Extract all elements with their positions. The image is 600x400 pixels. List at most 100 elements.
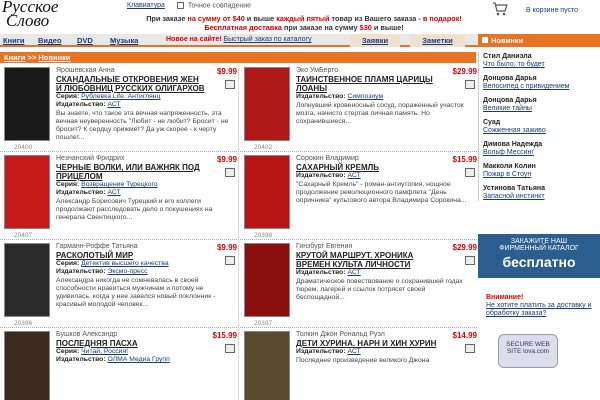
book-publisher[interactable]: АСТ: [347, 269, 360, 276]
book-publisher[interactable]: Эксмо-пресс: [107, 268, 147, 275]
breadcrumb-books[interactable]: Книги: [4, 53, 25, 62]
book-publisher[interactable]: АСТ: [107, 189, 120, 196]
new-item-link[interactable]: Вольф Мессинг: [483, 149, 600, 157]
book-author[interactable]: Гарманн-Роффе Татьяна: [56, 243, 234, 251]
new-item-link[interactable]: Что было, то будет: [483, 61, 600, 69]
promo-text: $30: [359, 23, 372, 32]
book-series[interactable]: Детектив высшего качества: [81, 260, 168, 267]
cart-widget[interactable]: В корзине пусто: [486, 0, 600, 26]
tab-notes[interactable]: Заметки: [410, 34, 465, 47]
new-item[interactable]: Донцова Дарья Велосипед с привидением: [483, 75, 600, 91]
keyboard-link[interactable]: Клавиатура: [127, 2, 165, 9]
ad-big-text: бесплатно: [502, 254, 576, 270]
book-cover[interactable]: [244, 331, 290, 400]
book-author[interactable]: Незнанский Фридрих: [56, 155, 234, 163]
book-cover[interactable]: [4, 155, 50, 229]
tab-requests[interactable]: Заявки: [350, 34, 400, 47]
book-title[interactable]: КРУТОЙ МАРШРУТ. ХРОНИКА ВРЕМЕН КУЛЬТА ЛИ…: [296, 251, 446, 269]
promo-banner: При заказе на сумму от $40 и выше каждый…: [130, 14, 478, 32]
book-card[interactable]: 20407 Незнанский Фридрих ЧЕРНЫЕ ВОЛКИ, ИЛИ…: [0, 152, 237, 240]
nav-video[interactable]: Видео: [38, 36, 62, 45]
series-label: Серия:: [56, 348, 80, 355]
new-item[interactable]: Димова Надежда Вольф Мессинг: [483, 141, 600, 157]
book-series[interactable]: Рублевка Life. Антиглянц: [81, 93, 160, 100]
nav-music[interactable]: Музыка: [110, 36, 138, 45]
new-item[interactable]: Стил Даниэла Что было, то будет: [483, 53, 600, 69]
site-logo[interactable]: Русское Слово: [2, 0, 120, 34]
book-publisher[interactable]: ОЛМА Медиа Групп: [107, 356, 169, 363]
add-to-cart-icon[interactable]: [225, 168, 235, 177]
book-card[interactable]: 20400 Ярошевская Анна СКАНДАЛЬНЫЕ ОТКРОВЕН…: [0, 64, 237, 152]
book-title[interactable]: РАСКОЛОТЫЙ МИР: [56, 251, 206, 260]
add-to-cart-icon[interactable]: [225, 344, 235, 353]
book-title[interactable]: ДЕТИ ХУРИНА. НАРН И ХИН ХУРИН: [296, 339, 446, 348]
new-item-link[interactable]: Сожженная заживо: [483, 127, 600, 135]
nav-books[interactable]: Книги: [3, 36, 24, 45]
book-title[interactable]: ТАИНСТВЕННОЕ ПЛАМЯ ЦАРИЦЫ ЛОАНЫ: [296, 75, 446, 93]
book-cover[interactable]: [4, 243, 50, 317]
book-card[interactable]: 20402 Эко УмБерто ТАИНСТВЕННОЕ ПЛАМЯ ЦАРИЦ…: [240, 64, 477, 152]
publisher-label: Издательство:: [296, 269, 346, 276]
book-card[interactable]: 20394Бушков АлександрПОСЛЕДНЯЯ ПАСХАСери…: [0, 328, 237, 400]
add-to-cart-icon[interactable]: [465, 80, 475, 89]
book-publisher[interactable]: АСТ: [347, 348, 360, 355]
book-code: 20397: [254, 320, 273, 327]
book-publisher[interactable]: Симпозиум: [347, 93, 383, 100]
new-on-site: Новое на сайте! Быстрый заказ по каталог…: [166, 36, 312, 43]
breadcrumb-new[interactable]: Новинки: [38, 53, 70, 62]
book-card[interactable]: 20396 Гарманн-Роффе Татьяна РАСКОЛОТЫЙ МИР…: [0, 240, 237, 328]
book-series[interactable]: Читай, Россия!: [81, 348, 128, 355]
add-to-cart-icon[interactable]: [225, 80, 235, 89]
new-item-link[interactable]: Велосипед с привидением: [483, 83, 600, 91]
cart-status[interactable]: В корзине пусто: [526, 7, 578, 14]
publisher-label: Издательство:: [296, 172, 346, 179]
book-series-line: Серия: Рублевка Life. Антиглянц: [56, 93, 234, 101]
new-item-link[interactable]: Пожар в Стоун: [483, 171, 600, 179]
book-cover[interactable]: [244, 155, 290, 229]
book-title[interactable]: САХАРНЫЙ КРЕМЛЬ: [296, 163, 446, 172]
new-item-link[interactable]: Запасной инстинкт: [483, 193, 600, 201]
add-to-cart-icon[interactable]: [225, 256, 235, 265]
add-to-cart-icon[interactable]: [465, 256, 475, 265]
book-series[interactable]: Возвращение Турецкого: [81, 181, 158, 188]
book-cover[interactable]: [244, 243, 290, 317]
promo-text: и выше: [244, 14, 277, 23]
catalog-ad-banner[interactable]: ЗАКАЖИТЕ НАШ ФИРМЕННЫЙ КАТАЛОГ бесплатно: [478, 234, 600, 278]
book-cover[interactable]: [244, 67, 290, 141]
secure-site-seal[interactable]: SECURE WEB SITE lova.com: [498, 334, 558, 368]
book-author[interactable]: Сорокин Владимир: [296, 155, 474, 163]
new-item-link[interactable]: Великие тайны: [483, 105, 600, 113]
book-author[interactable]: Толкин Джон Рональд Руэл: [296, 331, 474, 339]
cart-icon[interactable]: [492, 2, 508, 16]
book-description: "Сахарный Кремль" - роман-антиутопия, но…: [296, 181, 467, 204]
book-author[interactable]: Ярошевская Анна: [56, 67, 234, 75]
book-publisher-line: Издательство: АСТ: [56, 101, 234, 109]
book-card[interactable]: 20395Толкин Джон Рональд РуэлДЕТИ ХУРИНА…: [240, 328, 477, 400]
book-author[interactable]: Бушков Александр: [56, 331, 234, 339]
ad-text: ФИРМЕННЫЙ КАТАЛОГ: [499, 245, 579, 252]
quick-order-link[interactable]: Быстрый заказ по каталогу: [224, 36, 312, 43]
new-item[interactable]: Макколи Колин Пожар в Стоун: [483, 163, 600, 179]
book-cover[interactable]: [4, 67, 50, 141]
book-title[interactable]: ЧЕРНЫЕ ВОЛКИ, ИЛИ ВАЖНЯК ПОД ПРИЦЕЛОМ: [56, 163, 206, 181]
book-cover[interactable]: [4, 331, 50, 400]
attention-link[interactable]: Не хотите платить за доставку и обработк…: [486, 302, 591, 317]
book-title[interactable]: ПОСЛЕДНЯЯ ПАСХА: [56, 339, 206, 348]
new-item[interactable]: Донцова Дарья Великие тайны: [483, 97, 600, 113]
nav-dvd[interactable]: DVD: [77, 36, 93, 45]
book-title[interactable]: СКАНДАЛЬНЫЕ ОТКРОВЕНИЯ ЖЕН И ЛЮБОВНИЦ РУ…: [56, 75, 206, 93]
book-card[interactable]: 20397 Гинзбург Евгения КРУТОЙ МАРШРУТ. ХРО…: [240, 240, 477, 328]
book-author[interactable]: Эко УмБерто: [296, 67, 474, 75]
publisher-label: Издательство:: [56, 189, 106, 196]
book-card[interactable]: 20398 Сорокин Владимир САХАРНЫЙ КРЕМЛЬ Изда…: [240, 152, 477, 240]
new-item[interactable]: Суад Сожженная заживо: [483, 119, 600, 135]
add-to-cart-icon[interactable]: [465, 344, 475, 353]
book-publisher[interactable]: АСТ: [347, 172, 360, 179]
new-item-author: Стил Даниэла: [483, 53, 532, 60]
book-author[interactable]: Гинзбург Евгения: [296, 243, 474, 251]
exact-match-checkbox[interactable]: [176, 2, 184, 9]
new-item[interactable]: Устинова Татьяна Запасной инстинкт: [483, 185, 600, 201]
book-publisher[interactable]: АСТ: [107, 101, 120, 108]
add-to-cart-icon[interactable]: [465, 168, 475, 177]
new-items-header: Новинки: [478, 34, 600, 47]
